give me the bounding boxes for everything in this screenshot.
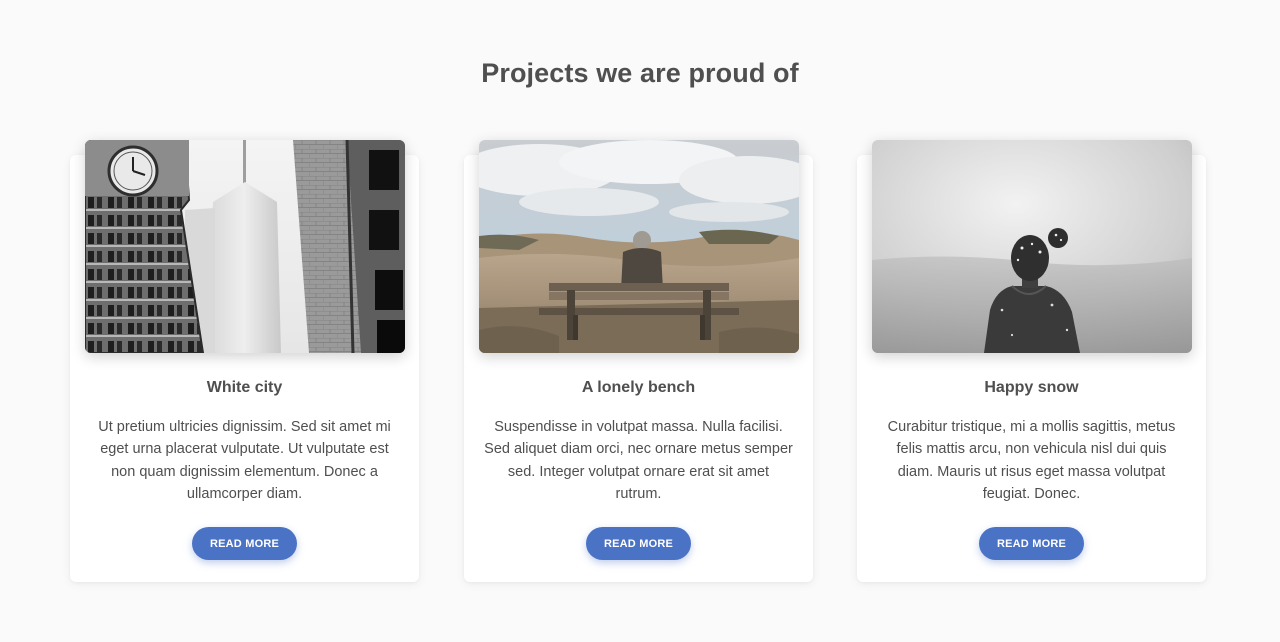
projects-section: Projects we are proud of White city Ut p… (0, 0, 1280, 642)
card-title: Happy snow (984, 379, 1079, 396)
card-description: Curabitur tristique, mi a mollis sagitti… (887, 419, 1176, 502)
read-more-button[interactable]: READ MORE (192, 527, 297, 560)
project-card-lonely-bench: A lonely bench Suspendisse in volutpat m… (464, 140, 813, 582)
card-image-snow (872, 140, 1192, 353)
card-title: White city (206, 379, 283, 396)
section-title: Projects we are proud of (481, 58, 799, 88)
card-description: Ut pretium ultricies dignissim. Sed sit … (98, 419, 391, 502)
card-image-city (85, 140, 405, 353)
project-card-happy-snow: Happy snow Curabitur tristique, mi a mol… (857, 140, 1206, 582)
card-title: A lonely bench (581, 379, 696, 396)
card-image-bench (479, 140, 799, 353)
read-more-button[interactable]: READ MORE (586, 527, 691, 560)
card-description: Suspendisse in volutpat massa. Nulla fac… (484, 419, 793, 502)
read-more-button[interactable]: READ MORE (979, 527, 1084, 560)
project-card-white-city: White city Ut pretium ultricies dignissi… (70, 140, 419, 582)
